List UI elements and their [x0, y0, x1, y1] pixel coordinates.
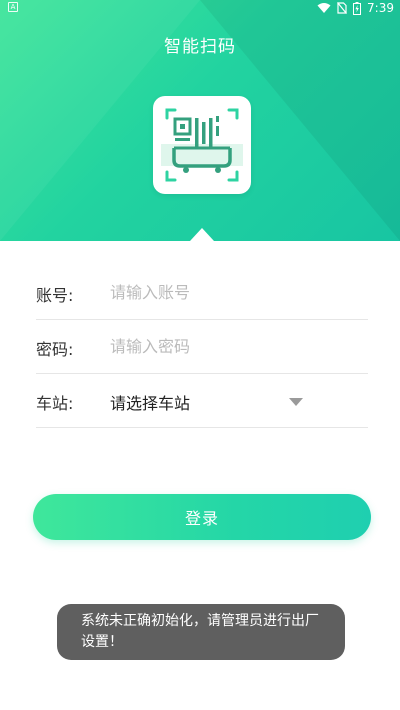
- login-button[interactable]: 登录: [33, 494, 371, 540]
- wifi-icon: [317, 3, 331, 13]
- password-input[interactable]: [110, 330, 350, 362]
- no-sim-icon: [337, 2, 348, 14]
- app-title: 智能扫码: [164, 37, 236, 57]
- station-select[interactable]: 车站: 请选择车站: [36, 374, 368, 428]
- password-label: 密码:: [36, 340, 74, 359]
- chevron-down-icon[interactable]: [289, 398, 303, 406]
- qr-scan-logo-icon: [153, 96, 251, 194]
- account-row: 账号:: [36, 266, 368, 320]
- station-select-value[interactable]: 请选择车站: [110, 390, 190, 414]
- status-time: 7:39: [367, 1, 394, 15]
- status-bar: A 7:39: [0, 0, 400, 16]
- toast-message: 系统未正确初始化，请管理员进行出厂设置！: [57, 604, 345, 660]
- header-notch: [190, 228, 214, 241]
- password-row: 密码:: [36, 320, 368, 374]
- station-label: 车站:: [36, 394, 74, 413]
- login-screen: A 7:39 智能扫码 账号: 请输入账号 密码: 车站: 请选择车站 登录 系…: [0, 0, 400, 710]
- account-label: 账号:: [36, 286, 74, 305]
- battery-charging-icon: [353, 1, 362, 15]
- notification-a-icon: A: [8, 2, 18, 12]
- status-icons: 7:39: [317, 0, 394, 16]
- account-input[interactable]: [110, 276, 350, 308]
